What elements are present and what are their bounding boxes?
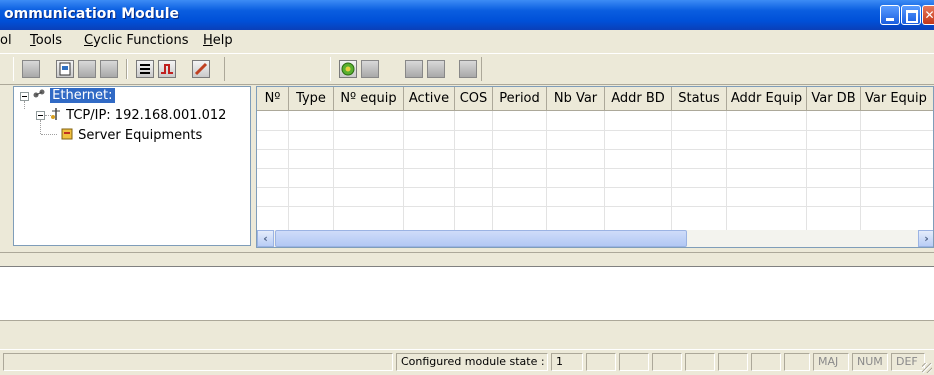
module-state-value: 1 [551,353,583,371]
scroll-right-button[interactable]: › [918,230,933,247]
arrow-right-icon[interactable] [78,60,96,78]
print-icon[interactable] [56,60,74,78]
grid-col-line [671,111,672,230]
column-header-nb-var[interactable]: Nb Var [547,87,605,111]
grid-col-line [492,111,493,230]
collapse-icon[interactable] [20,92,29,101]
refresh-icon[interactable] [339,60,357,78]
column-header-period[interactable]: Period [493,87,547,111]
grid-row-line [257,149,933,150]
network-icon [33,89,45,98]
grid-col-line [604,111,605,230]
toolbar-group-1 [13,57,225,81]
column-header-active[interactable]: Active [404,87,455,111]
column-header-type[interactable]: Type [289,87,334,111]
grid-row-line [257,168,933,169]
column-header-var-db[interactable]: Var DB [807,87,861,111]
tree-node-server-equipments[interactable]: Server Equipments [60,127,202,143]
tree-node-ethernet[interactable]: Ethernet: [32,88,115,103]
toolbar [0,53,934,85]
toolbar-separator [126,59,128,79]
copy-icon[interactable] [405,60,423,78]
tree-connector [40,120,41,134]
grid-col-line [726,111,727,230]
tree-view[interactable]: Ethernet: TCP/IP: 192.168.001.012 Server… [13,86,251,246]
menu-bar: ol Tools Cyclic Functions Help [0,30,934,52]
tree-node-tcpip-label: TCP/IP: 192.168.001.012 [66,108,227,123]
menu-item-partial[interactable]: ol [0,33,12,48]
status-pane [718,353,748,371]
status-pane [586,353,616,371]
resize-grip-icon[interactable] [922,363,932,373]
column-header-status[interactable]: Status [672,87,727,111]
status-pane [652,353,682,371]
minimize-button[interactable] [880,5,900,25]
menu-item-cyclic-functions[interactable]: Cyclic Functions [84,33,189,48]
column-header-addr-equip[interactable]: Addr Equip [727,87,807,111]
gear-icon[interactable] [459,60,477,78]
indicator-maj: MAJ [813,353,849,371]
grid-col-line [333,111,334,230]
horizontal-scrollbar[interactable]: ‹ › [257,230,933,247]
minimize-icon [881,6,899,24]
status-message [3,353,393,371]
grid-col-line [403,111,404,230]
tree-connector [41,134,57,135]
status-bar: Configured module state : 1 MAJ NUM DEF [0,349,934,375]
window-title: ommunication Module [4,6,180,22]
column-header-no[interactable]: Nº [257,87,289,111]
maximize-icon [902,6,920,24]
toolbar-group-2 [330,57,482,81]
tree-node-tcpip[interactable]: TCP/IP: 192.168.001.012 [50,107,226,123]
grid-col-line [546,111,547,230]
output-pane[interactable] [0,266,934,320]
tree-node-server-label: Server Equipments [78,128,203,143]
title-bar: ommunication Module ✕ [0,0,934,31]
status-pane [619,353,649,371]
list-icon[interactable] [136,60,154,78]
scroll-left-button[interactable]: ‹ [257,230,274,247]
menu-item-help-rest: elp [212,33,233,48]
column-header-var-equip[interactable]: Var Equip [861,87,933,111]
pencil-icon[interactable] [192,60,210,78]
collapse-icon[interactable] [36,111,45,120]
menu-item-cyclic-rest: yclic Functions [93,33,189,48]
grid-row-line [257,130,933,131]
maximize-button[interactable] [901,5,921,25]
variables-grid[interactable]: Nº Type Nº equip Active COS Period Nb Va… [256,86,934,248]
status-pane [751,353,781,371]
column-header-addr-bd[interactable]: Addr BD [605,87,672,111]
tree-connector [24,101,25,109]
signal-icon[interactable] [158,60,176,78]
grid-row-line [257,187,933,188]
menu-item-tools[interactable]: Tools [30,33,62,48]
tree-node-ethernet-label: Ethernet: [50,88,115,103]
tcp-ip-icon [51,108,60,120]
grid-col-line [454,111,455,230]
close-button[interactable]: ✕ [922,5,934,25]
status-pane [784,353,810,371]
grid-col-line [806,111,807,230]
server-icon [61,128,73,140]
grid-col-line [288,111,289,230]
scroll-thumb[interactable] [275,230,687,247]
close-icon: ✕ [924,8,934,22]
paste-icon[interactable] [427,60,445,78]
grid-col-line [860,111,861,230]
menu-item-help[interactable]: Help [203,33,233,48]
column-header-no-equip[interactable]: Nº equip [334,87,404,111]
status-pane [685,353,715,371]
indicator-num: NUM [852,353,888,371]
grid-row-line [257,206,933,207]
grid-icon[interactable] [100,60,118,78]
indicator-def: DEF [891,353,925,371]
stop-icon[interactable] [361,60,379,78]
column-header-cos[interactable]: COS [455,87,493,111]
save-icon[interactable] [22,60,40,78]
module-state-label: Configured module state : [396,353,548,371]
menu-item-tools-rest: ools [35,33,63,48]
lower-panel [0,320,934,349]
